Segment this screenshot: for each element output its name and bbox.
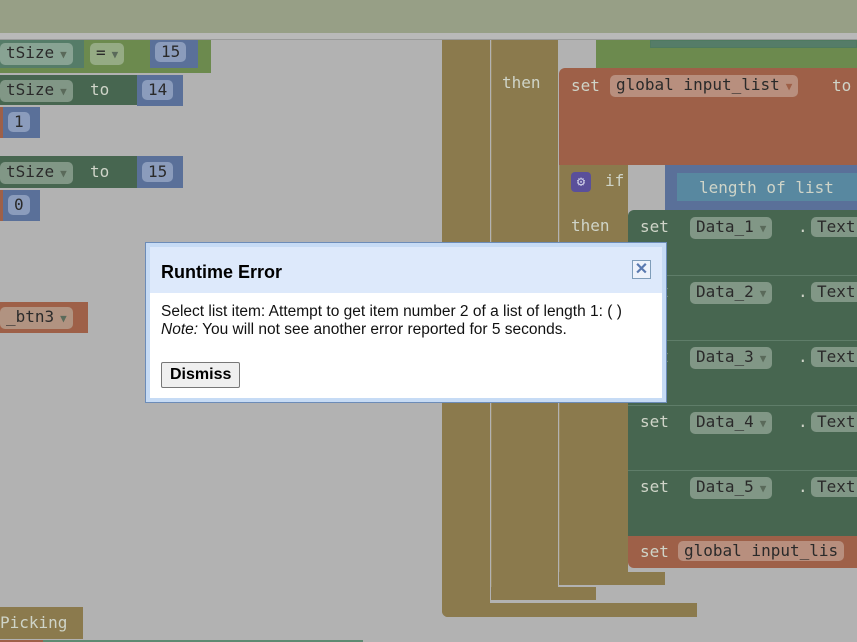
component-label: Data_2 [696, 282, 754, 301]
error-message: Select list item: Attempt to get item nu… [161, 303, 622, 320]
condition-block[interactable] [596, 40, 857, 68]
global-var-dropdown[interactable]: global input_lis [678, 541, 845, 561]
dialog-title: Runtime Error [161, 262, 283, 282]
set-label: set [571, 76, 600, 95]
property-dropdown[interactable]: Text [811, 412, 857, 432]
dialog-header: Runtime Error ✕ [150, 247, 662, 293]
component-label: Data_3 [696, 347, 754, 366]
var-dropdown[interactable]: tSize ▼ [0, 43, 73, 65]
component-dropdown[interactable]: _btn3 ▼ [0, 307, 73, 329]
number-block[interactable]: 14 [137, 75, 183, 106]
op-label: = [96, 43, 106, 62]
length-of-list-label: length of list [699, 178, 834, 197]
var-label: global input_list [616, 75, 780, 94]
number-field[interactable]: 14 [142, 80, 174, 100]
set-block[interactable]: tSize ▼ to [0, 75, 137, 105]
dot-label: . [798, 347, 808, 366]
set-label: set [640, 542, 669, 561]
top-toolbar [0, 0, 857, 33]
component-dropdown[interactable]: Data_5 ▼ [690, 477, 773, 499]
block-bottom [442, 603, 697, 617]
var-label: tSize [6, 43, 55, 62]
set-label: set [640, 217, 669, 236]
event-block[interactable]: Picking [0, 607, 83, 639]
set-label: set [640, 477, 669, 496]
property-dropdown[interactable]: Text [811, 217, 857, 237]
set-data-row[interactable]: set Data_5 ▼ . Text [628, 477, 857, 499]
component-label: _btn3 [6, 307, 55, 326]
then-label: then [571, 216, 610, 235]
then-label: then [502, 73, 541, 92]
component-dropdown[interactable]: Data_4 ▼ [690, 412, 773, 434]
number-field[interactable]: 15 [155, 42, 187, 62]
dot-label: . [798, 282, 808, 301]
number-block[interactable]: 0 [3, 190, 40, 221]
component-dropdown[interactable]: Data_2 ▼ [690, 282, 773, 304]
var-label: tSize [6, 80, 55, 99]
gear-icon[interactable]: ⚙ [571, 172, 591, 192]
component-label: Data_5 [696, 477, 754, 496]
property-dropdown[interactable]: Text [811, 477, 857, 497]
to-label: to [90, 162, 110, 181]
component-label: Data_1 [696, 217, 754, 236]
set-global-block[interactable]: set global input_list ▼ to [559, 68, 857, 165]
number-block[interactable]: 1 [3, 107, 40, 138]
close-icon[interactable]: ✕ [632, 260, 651, 279]
number-field[interactable]: 15 [142, 162, 174, 182]
component-label: Data_4 [696, 412, 754, 431]
var-dropdown[interactable]: tSize ▼ [0, 80, 73, 102]
set-global-block[interactable]: set global input_lis [628, 536, 857, 568]
property-dropdown[interactable]: Text [811, 347, 857, 367]
block-bottom [491, 587, 596, 600]
error-note: Note: You will not see another error rep… [161, 321, 651, 339]
event-label: Picking [0, 613, 68, 632]
global-var-dropdown[interactable]: global input_list ▼ [610, 75, 799, 97]
number-field[interactable]: 0 [8, 195, 30, 215]
set-label: set [640, 412, 669, 431]
var-label: tSize [6, 162, 55, 181]
note-label: Note: [161, 321, 199, 338]
compare-block[interactable]: tSize ▼ = ▼ 15 [0, 40, 211, 73]
block-bottom [559, 572, 665, 585]
dot-label: . [798, 477, 808, 496]
component-block[interactable]: _btn3 ▼ [0, 302, 88, 333]
component-dropdown[interactable]: Data_3 ▼ [690, 347, 773, 369]
dot-label: . [798, 412, 808, 431]
condition-block[interactable]: length of list [665, 165, 857, 210]
to-label: to [90, 80, 110, 99]
set-data-row[interactable]: set Data_4 ▼ . Text [628, 412, 857, 434]
note-text: You will not see another error reported … [198, 321, 567, 338]
operator-dropdown[interactable]: = ▼ [90, 43, 125, 65]
dot-label: . [798, 217, 808, 236]
workspace-header-strip [0, 33, 857, 40]
set-block[interactable]: tSize ▼ to [0, 156, 137, 188]
component-dropdown[interactable]: Data_1 ▼ [690, 217, 773, 239]
length-of-list-block[interactable]: length of list [677, 173, 857, 201]
number-field[interactable]: 1 [8, 112, 30, 132]
number-block[interactable]: 15 [137, 156, 183, 188]
set-data-row[interactable]: set Data_1 ▼ . Text [628, 217, 857, 239]
var-dropdown[interactable]: tSize ▼ [0, 162, 73, 184]
to-label: to [832, 76, 852, 95]
if-label: if [605, 171, 625, 190]
runtime-error-dialog: Runtime Error ✕ Select list item: Attemp… [145, 242, 667, 403]
property-dropdown[interactable]: Text [811, 282, 857, 302]
dismiss-button[interactable]: Dismiss [161, 362, 241, 388]
